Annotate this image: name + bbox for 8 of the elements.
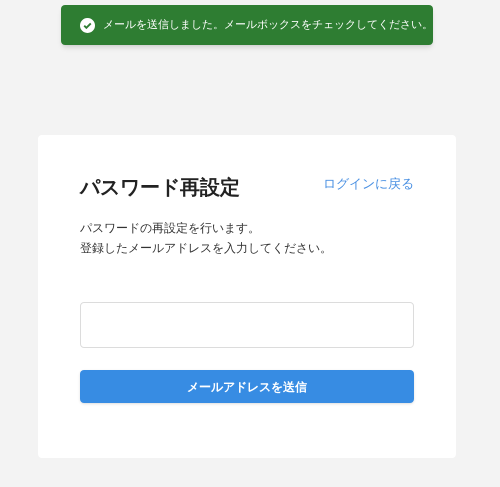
toast-message: メールを送信しました。メールボックスをチェックしてください。 [103, 16, 433, 33]
description-text: パスワードの再設定を行います。 [80, 220, 261, 237]
send-email-button[interactable]: メールアドレスを送信 [80, 370, 414, 403]
email-input-field[interactable] [80, 302, 414, 348]
description-text: 登録したメールアドレスを入力してください。 [80, 240, 333, 257]
page-title: パスワード再設定 [80, 174, 240, 201]
back-to-login-link[interactable]: ログインに戻る [323, 175, 414, 194]
check-circle-icon [80, 18, 95, 32]
